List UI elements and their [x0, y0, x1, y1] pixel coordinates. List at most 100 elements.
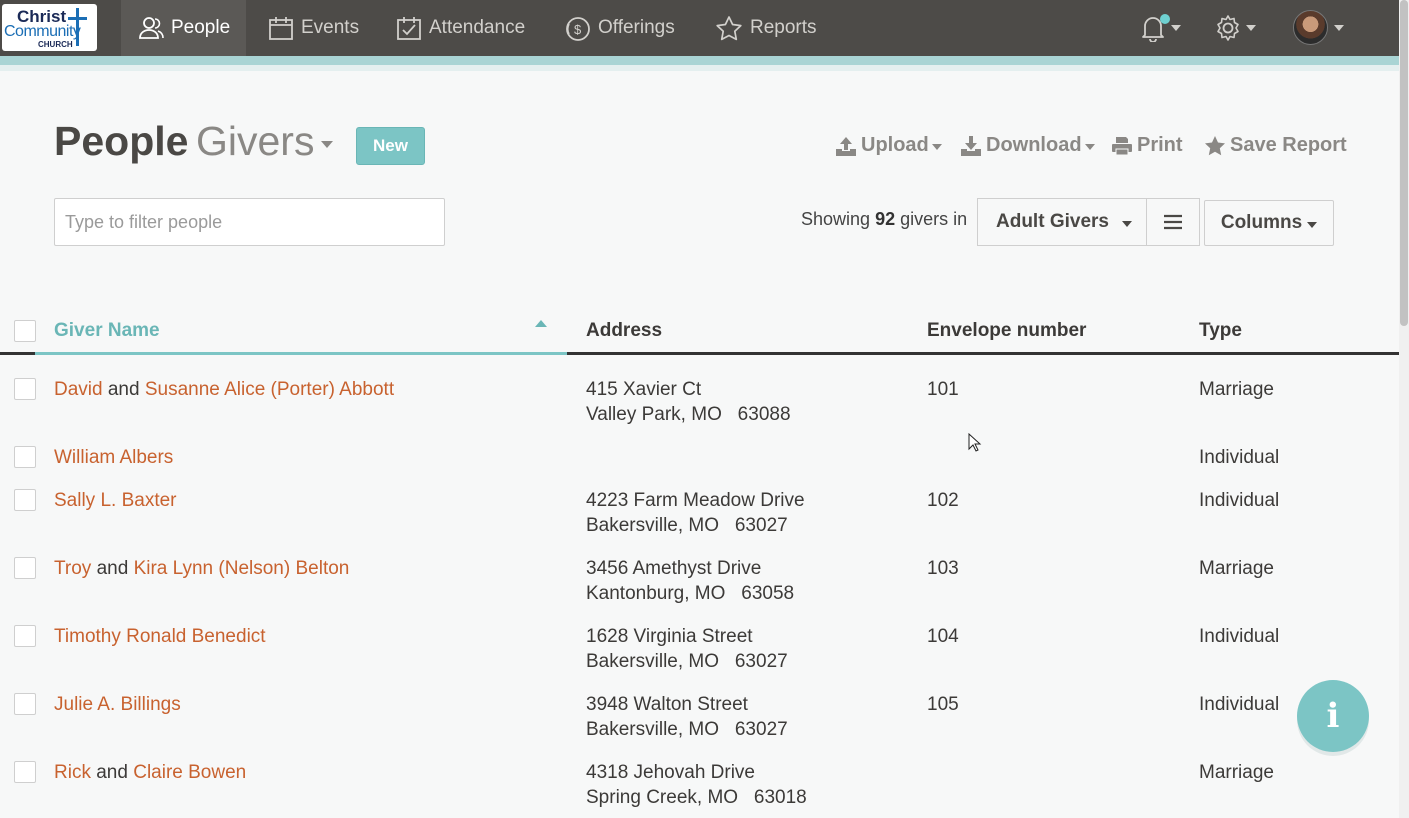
address-line-2: Spring Creek, MO 63018	[586, 785, 807, 810]
showing-prefix: Showing	[801, 209, 870, 229]
columns-label: Columns	[1221, 212, 1302, 234]
address-cell: 4318 Jehovah DriveSpring Creek, MO 63018	[586, 760, 807, 810]
columns-button[interactable]: Columns	[1204, 200, 1334, 246]
giver-name-cell: Julie A. Billings	[54, 692, 181, 717]
row-checkbox[interactable]	[14, 446, 36, 468]
column-header-envelope[interactable]: Envelope number	[927, 320, 1086, 342]
print-button[interactable]: Print	[1111, 134, 1183, 157]
list-selector[interactable]: Adult Givers	[977, 198, 1147, 246]
type-cell: Marriage	[1199, 377, 1274, 402]
calendar-icon	[268, 15, 294, 41]
row-checkbox[interactable]	[14, 693, 36, 715]
address-line-2: Bakersville, MO 63027	[586, 513, 805, 538]
person-link[interactable]: Sally L. Baxter	[54, 490, 177, 511]
new-button[interactable]: New	[356, 127, 425, 165]
person-link[interactable]: Rick	[54, 762, 91, 783]
address-line-2: Bakersville, MO 63027	[586, 717, 788, 742]
filter-people-input[interactable]	[54, 198, 445, 246]
name-joiner: and	[97, 558, 129, 579]
select-all-checkbox[interactable]	[14, 320, 36, 342]
address-line-1: 4318 Jehovah Drive	[586, 760, 807, 785]
list-selector-value: Adult Givers	[996, 211, 1109, 233]
address-line-1: 3456 Amethyst Drive	[586, 556, 794, 581]
upload-button[interactable]: Upload	[835, 134, 942, 157]
person-link[interactable]: Troy	[54, 558, 91, 579]
top-nav: Christ Community CHURCH People Events At…	[0, 0, 1399, 56]
chevron-down-icon	[321, 141, 333, 148]
chevron-down-icon	[932, 144, 942, 150]
report-selector[interactable]: Givers	[196, 118, 333, 165]
address-cell: 415 Xavier CtValley Park, MO 63088	[586, 377, 791, 427]
nav-accent-shadow	[0, 65, 1399, 71]
scroll-thumb[interactable]	[1400, 0, 1408, 326]
envelope-cell: 105	[927, 692, 959, 717]
person-link[interactable]: Claire Bowen	[133, 762, 246, 783]
address-cell: 3456 Amethyst DriveKantonburg, MO 63058	[586, 556, 794, 606]
row-checkbox[interactable]	[14, 489, 36, 511]
save-report-label: Save Report	[1230, 134, 1347, 157]
notifications-menu[interactable]	[1139, 0, 1181, 56]
row-checkbox[interactable]	[14, 761, 36, 783]
type-cell: Marriage	[1199, 760, 1274, 785]
column-header-type[interactable]: Type	[1199, 320, 1242, 342]
logo-cross-bar	[68, 17, 87, 20]
person-link[interactable]: David	[54, 379, 103, 400]
envelope-cell: 102	[927, 488, 959, 513]
person-link[interactable]: Julie A. Billings	[54, 694, 181, 715]
person-link[interactable]: Timothy Ronald Benedict	[54, 626, 266, 647]
star-icon	[1204, 135, 1226, 157]
giver-name-cell: Timothy Ronald Benedict	[54, 624, 266, 649]
type-cell: Individual	[1199, 624, 1279, 649]
giver-name-cell: William Albers	[54, 445, 173, 470]
nav-offerings[interactable]: $ Offerings	[564, 0, 675, 56]
address-cell: 4223 Farm Meadow DriveBakersville, MO 63…	[586, 488, 805, 538]
info-button[interactable]: i	[1297, 680, 1369, 752]
nav-reports[interactable]: Reports	[715, 0, 817, 56]
download-icon	[960, 135, 982, 157]
save-report-button[interactable]: Save Report	[1204, 134, 1347, 157]
download-button[interactable]: Download	[960, 134, 1095, 157]
upload-icon	[835, 135, 857, 157]
person-link[interactable]: Kira Lynn (Nelson) Belton	[134, 558, 350, 579]
nav-attendance[interactable]: Attendance	[396, 0, 525, 56]
giver-name-cell: Rick and Claire Bowen	[54, 760, 246, 785]
address-line-2: Bakersville, MO 63027	[586, 649, 788, 674]
print-label: Print	[1137, 134, 1183, 157]
account-menu-caret[interactable]	[1330, 0, 1344, 56]
mouse-cursor-icon	[968, 433, 982, 453]
nav-events[interactable]: Events	[268, 0, 359, 56]
sorted-column-indicator	[35, 352, 567, 355]
address-line-2: Valley Park, MO 63088	[586, 402, 791, 427]
showing-summary: Showing 92 givers in	[801, 209, 967, 230]
list-menu-button[interactable]	[1146, 198, 1200, 246]
envelope-cell: 101	[927, 377, 959, 402]
logo-cross	[76, 8, 79, 46]
row-checkbox[interactable]	[14, 378, 36, 400]
scrollbar[interactable]	[1399, 0, 1409, 818]
column-header-address[interactable]: Address	[586, 320, 662, 342]
person-link[interactable]: William Albers	[54, 447, 173, 468]
nav-people-label: People	[171, 17, 230, 39]
notification-dot	[1160, 14, 1170, 24]
person-link[interactable]: Susanne Alice (Porter) Abbott	[145, 379, 394, 400]
sort-ascending-icon[interactable]	[535, 320, 547, 327]
showing-suffix: givers in	[900, 209, 967, 229]
name-joiner: and	[96, 762, 128, 783]
nav-people[interactable]: People	[121, 0, 246, 56]
chevron-down-icon	[1122, 221, 1132, 227]
upload-label: Upload	[861, 134, 929, 157]
address-line-1: 1628 Virginia Street	[586, 624, 788, 649]
logo-text-church: CHURCH	[38, 40, 73, 49]
settings-menu[interactable]	[1214, 0, 1256, 56]
envelope-cell: 104	[927, 624, 959, 649]
row-checkbox[interactable]	[14, 557, 36, 579]
giver-count: 92	[875, 209, 895, 229]
report-name: Givers	[196, 118, 314, 165]
row-checkbox[interactable]	[14, 625, 36, 647]
address-cell: 3948 Walton StreetBakersville, MO 63027	[586, 692, 788, 742]
church-logo[interactable]: Christ Community CHURCH	[2, 4, 97, 51]
avatar[interactable]	[1293, 10, 1328, 45]
column-header-giver-name[interactable]: Giver Name	[54, 320, 160, 342]
address-line-2: Kantonburg, MO 63058	[586, 581, 794, 606]
chevron-down-icon	[1334, 25, 1344, 31]
